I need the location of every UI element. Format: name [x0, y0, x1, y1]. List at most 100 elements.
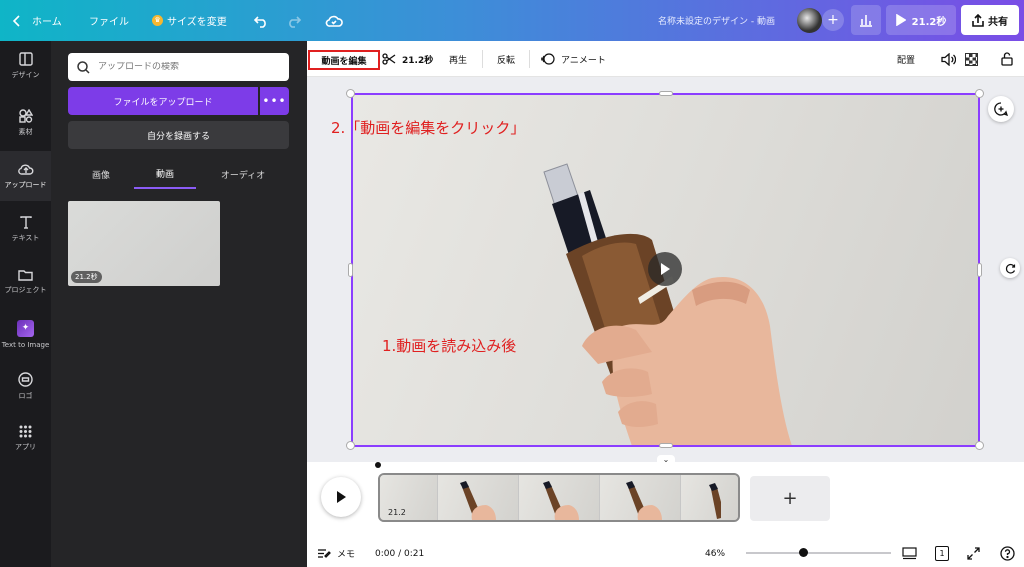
divider [529, 50, 530, 68]
fullscreen-button[interactable] [967, 540, 980, 567]
pages-icon: 1 [935, 546, 949, 561]
apps-grid-icon [19, 425, 32, 437]
resize-label: サイズを変更 [167, 17, 227, 28]
rail-label: ロゴ [18, 391, 33, 400]
animate-label: アニメート [561, 55, 606, 66]
bottle-thumbnail [626, 481, 662, 520]
rail-label: アプリ [15, 442, 36, 451]
context-toolbar: 動画を編集 21.2秒 再生 反転 アニメート 配置 [307, 41, 1024, 77]
comment-button[interactable] [988, 96, 1014, 122]
layout-icon [18, 52, 33, 66]
search-icon [77, 60, 90, 74]
top-bar: ホーム ファイル ♛ サイズを変更 名称未設定のデザイン - 動画 + 21.2… [0, 0, 1024, 41]
resize-handle-left[interactable] [348, 263, 353, 277]
rail-label: プロジェクト [4, 286, 47, 294]
document-title[interactable]: 名称未設定のデザイン - 動画 [658, 0, 775, 41]
uploaded-video-thumbnail[interactable]: 21.2秒 [68, 201, 220, 286]
grid-view-button[interactable] [902, 540, 917, 567]
zoom-level[interactable]: 46% [705, 540, 725, 567]
home-button[interactable]: ホーム [12, 0, 62, 41]
cloud-upload-icon [17, 164, 33, 175]
lock-button[interactable] [1001, 41, 1013, 77]
home-label: ホーム [32, 17, 62, 28]
resize-handle-top-left[interactable] [346, 89, 355, 98]
tab-videos[interactable]: 動画 [134, 159, 196, 189]
resize-button[interactable]: ♛ サイズを変更 [152, 0, 227, 41]
tab-audio[interactable]: オーディオ [209, 159, 277, 189]
flip-button[interactable]: 反転 [497, 41, 515, 77]
transparency-button[interactable] [965, 41, 978, 77]
uploads-panel: ファイルをアップロード ••• 自分を録画する 画像 動画 オーディオ 21.2… [51, 41, 307, 567]
trim-duration-label: 21.2秒 [402, 55, 434, 66]
play-duration-label: 21.2秒 [911, 16, 947, 28]
rotate-button[interactable] [1000, 258, 1020, 278]
rail-item-text[interactable]: テキスト [0, 204, 51, 254]
help-button[interactable] [1000, 540, 1015, 567]
present-play-button[interactable]: 21.2秒 [886, 5, 956, 35]
notes-label: メモ [337, 550, 356, 560]
upload-search-box[interactable] [68, 53, 289, 81]
add-page-button[interactable]: + [750, 476, 830, 521]
position-button[interactable]: 配置 [897, 41, 915, 77]
video-play-button[interactable] [648, 252, 682, 286]
resize-handle-top[interactable] [659, 91, 673, 96]
animate-button[interactable]: アニメート [541, 41, 606, 77]
bottle-thumbnail [543, 481, 579, 520]
play-icon [895, 14, 906, 26]
rail-item-apps[interactable]: アプリ [0, 413, 51, 463]
add-collaborator-button[interactable]: + [822, 9, 844, 31]
rail-item-uploads[interactable]: アップロード [0, 151, 51, 201]
cloud-save-status[interactable] [325, 0, 343, 41]
bar-chart-icon [860, 15, 872, 27]
record-yourself-button[interactable]: 自分を録画する [68, 121, 289, 149]
clip-frame [681, 475, 738, 520]
text-to-image-icon: ✦ [17, 319, 34, 337]
plus-icon: + [827, 12, 839, 28]
bottom-bar: メモ 0:00 / 0:21 46% 1 [307, 540, 1024, 567]
rail-item-projects[interactable]: プロジェクト [0, 257, 51, 307]
scissors-icon [382, 53, 396, 65]
undo-button[interactable] [253, 0, 269, 41]
video-clip[interactable]: 21.2 [378, 473, 740, 522]
divider [482, 50, 483, 68]
folder-icon [18, 270, 33, 281]
resize-handle-bottom[interactable] [659, 443, 673, 448]
logo-icon [18, 371, 33, 387]
playback-button[interactable]: 再生 [449, 41, 467, 77]
insights-button[interactable] [851, 5, 881, 35]
expand-icon [967, 547, 980, 560]
timeline-play-button[interactable] [321, 477, 361, 517]
tab-images[interactable]: 画像 [71, 159, 131, 189]
avatar[interactable] [797, 8, 822, 33]
notes-button[interactable]: メモ [317, 540, 355, 567]
animate-icon [541, 53, 555, 65]
resize-handle-bottom-left[interactable] [346, 441, 355, 450]
rail-item-logo[interactable]: ロゴ [0, 361, 51, 411]
play-icon [661, 263, 670, 275]
upload-more-options-button[interactable]: ••• [260, 87, 289, 115]
page-count-button[interactable]: 1 [935, 540, 949, 567]
rail-item-design[interactable]: デザイン [0, 41, 51, 91]
rail-item-text-to-image[interactable]: ✦ Text to Image [0, 309, 51, 359]
resize-handle-right[interactable] [977, 263, 982, 277]
redo-button[interactable] [286, 0, 302, 41]
share-button[interactable]: 共有 [961, 5, 1019, 35]
resize-handle-top-right[interactable] [975, 89, 984, 98]
rail-item-elements[interactable]: 素材 [0, 98, 51, 148]
trim-duration-button[interactable]: 21.2秒 [382, 41, 433, 77]
crown-icon: ♛ [152, 15, 163, 26]
resize-handle-bottom-right[interactable] [975, 441, 984, 450]
file-menu[interactable]: ファイル [89, 0, 129, 41]
zoom-slider-handle[interactable] [799, 548, 808, 557]
upload-files-button[interactable]: ファイルをアップロード [68, 87, 258, 115]
chevron-left-icon [12, 14, 20, 27]
annotation-step-2: 2.「動画を編集をクリック」 [331, 119, 526, 137]
upload-search-input[interactable] [98, 62, 278, 72]
share-icon [972, 13, 984, 27]
edit-video-button[interactable]: 動画を編集 [308, 50, 380, 70]
bottle-thumbnail [460, 481, 496, 520]
volume-button[interactable] [941, 41, 956, 77]
zoom-slider-track[interactable] [746, 552, 891, 554]
playhead[interactable] [375, 462, 381, 468]
shapes-icon [18, 109, 33, 123]
